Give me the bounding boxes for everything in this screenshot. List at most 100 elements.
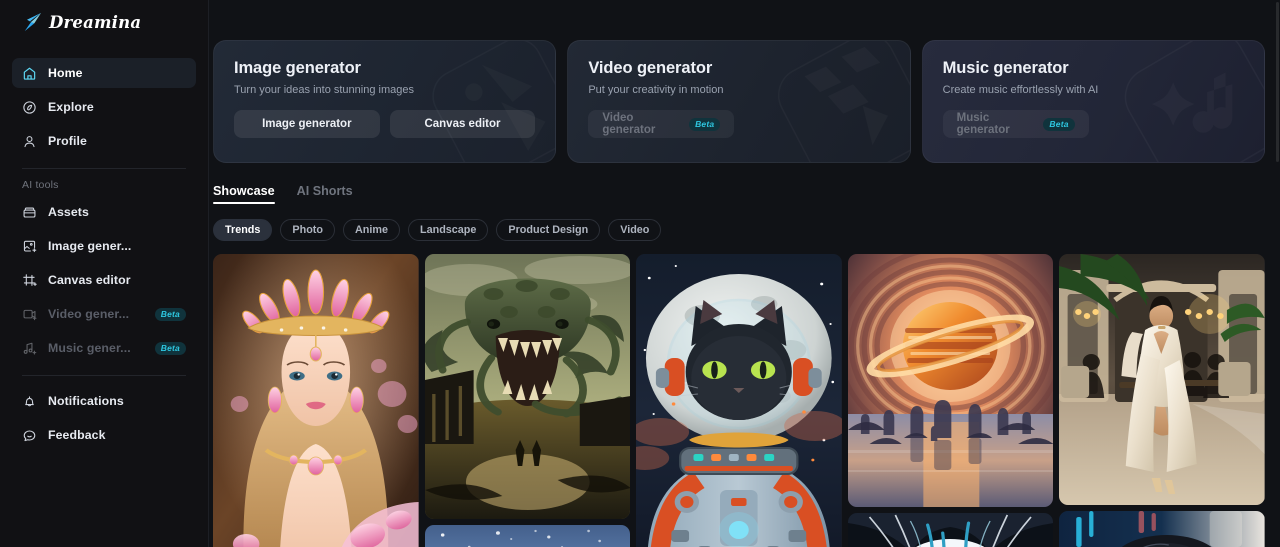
chip-label: Product Design: [508, 224, 589, 236]
card-subtitle: Turn your ideas into stunning images: [234, 84, 414, 96]
gallery-column: [847, 254, 1054, 547]
beta-badge: Beta: [154, 341, 186, 355]
chip-video[interactable]: Video: [608, 219, 662, 241]
showcase-gallery: [209, 241, 1280, 547]
scrollbar-thumb[interactable]: [1276, 2, 1279, 162]
video-plus-icon: [22, 307, 37, 322]
page-scrollbar[interactable]: [1275, 0, 1280, 547]
artwork-astronaut-cat: [636, 254, 842, 547]
tab-ai-shorts[interactable]: AI Shorts: [297, 184, 353, 204]
card-video-generator[interactable]: Video generator Put your creativity in m…: [567, 40, 911, 163]
sidebar-item-image-generator[interactable]: Image gener...: [12, 231, 196, 261]
sidebar-item-music-generator[interactable]: Music gener... Beta: [12, 333, 196, 363]
paper-plane-logo-icon: [21, 12, 43, 32]
home-icon: [22, 66, 37, 81]
sidebar-item-label: Image gener...: [48, 239, 132, 253]
tab-showcase[interactable]: Showcase: [213, 184, 275, 204]
gallery-tile-kraken-ruins[interactable]: [424, 254, 631, 519]
gallery-tile-saturn-crowd[interactable]: [847, 254, 1054, 507]
content-tabs: Showcase AI Shorts: [209, 163, 1280, 204]
music-generator-button[interactable]: Music generator Beta: [942, 110, 1089, 138]
chip-anime[interactable]: Anime: [343, 219, 400, 241]
gallery-column: [1059, 254, 1265, 547]
chip-trends[interactable]: Trends: [213, 219, 273, 241]
sidebar: Dreamina Home Explore Profile AI tools A…: [0, 0, 209, 547]
sidebar-item-label: Home: [48, 66, 83, 80]
button-label: Canvas editor: [424, 118, 501, 130]
sidebar-item-canvas-editor[interactable]: Canvas editor: [12, 265, 196, 295]
brand-logo[interactable]: Dreamina: [12, 0, 196, 44]
compass-icon: [22, 100, 37, 115]
bell-icon: [22, 394, 37, 409]
main-content: Image generator Turn your ideas into stu…: [209, 0, 1280, 547]
image-plus-icon: [22, 239, 37, 254]
gallery-tile-blue-white-hair[interactable]: [847, 513, 1054, 547]
sidebar-item-explore[interactable]: Explore: [12, 92, 196, 122]
sidebar-section-label: AI tools: [22, 179, 59, 191]
canvas-frame-icon: [22, 273, 37, 288]
chip-label: Anime: [355, 224, 388, 236]
artwork-blue-hair: [847, 513, 1054, 547]
tab-label: Showcase: [213, 184, 275, 198]
gallery-tile-astronaut-cat-moon[interactable]: [636, 254, 842, 547]
brand-name: Dreamina: [49, 12, 142, 32]
chat-bubble-icon: [22, 428, 37, 443]
artwork-kraken: [424, 254, 631, 519]
sidebar-item-notifications[interactable]: Notifications: [12, 386, 196, 416]
chip-label: Video: [620, 224, 650, 236]
gallery-tile-princess-pink-crown[interactable]: [213, 254, 419, 547]
sidebar-item-feedback[interactable]: Feedback: [12, 420, 196, 450]
sidebar-item-label: Notifications: [48, 394, 124, 408]
card-subtitle: Put your creativity in motion: [588, 84, 724, 96]
tab-label: AI Shorts: [296, 184, 353, 198]
video-generator-button[interactable]: Video generator Beta: [588, 110, 735, 138]
card-image-generator[interactable]: Image generator Turn your ideas into stu…: [213, 40, 557, 163]
card-music-generator[interactable]: Music generator Create music effortlessl…: [921, 40, 1265, 163]
beta-badge: Beta: [689, 117, 721, 131]
card-title: Video generator: [588, 59, 713, 77]
card-actions: Music generator Beta: [942, 110, 1244, 138]
filter-chips: Trends Photo Anime Landscape Product Des…: [209, 204, 1280, 241]
sidebar-item-profile[interactable]: Profile: [12, 126, 196, 156]
music-plus-icon: [22, 341, 37, 356]
sidebar-item-label: Profile: [48, 134, 87, 148]
card-subtitle: Create music effortlessly with AI: [942, 84, 1099, 96]
sidebar-item-label: Music gener...: [48, 341, 131, 355]
chip-label: Landscape: [420, 224, 477, 236]
artwork-neon-hair: [1059, 511, 1265, 547]
button-label: Video generator: [602, 112, 656, 136]
gallery-tile-neon-dark-hair[interactable]: [1059, 511, 1265, 547]
gallery-tile-runway-white-gown[interactable]: [1059, 254, 1265, 505]
artwork-runway: [1059, 254, 1265, 505]
canvas-editor-button[interactable]: Canvas editor: [389, 110, 536, 138]
beta-badge: Beta: [154, 307, 186, 321]
app-root: Dreamina Home Explore Profile AI tools A…: [0, 0, 1280, 547]
sidebar-divider-bottom: [22, 375, 186, 376]
sidebar-item-video-generator[interactable]: Video gener... Beta: [12, 299, 196, 329]
card-actions: Image generator Canvas editor: [234, 110, 536, 138]
chip-label: Photo: [292, 224, 323, 236]
generator-cards: Image generator Turn your ideas into stu…: [209, 0, 1280, 163]
sidebar-item-label: Explore: [48, 100, 94, 114]
image-generator-button[interactable]: Image generator: [234, 110, 380, 138]
sidebar-item-label: Video gener...: [48, 307, 130, 321]
chip-product-design[interactable]: Product Design: [496, 219, 601, 241]
sidebar-item-label: Assets: [48, 205, 89, 219]
gallery-tile-snow-night-sky[interactable]: [424, 525, 631, 547]
card-title: Music generator: [942, 59, 1069, 77]
sidebar-item-label: Canvas editor: [48, 273, 131, 287]
gallery-column: [424, 254, 631, 547]
chip-landscape[interactable]: Landscape: [408, 219, 489, 241]
gallery-column: [636, 254, 842, 547]
artwork-princess: [213, 254, 419, 547]
chip-label: Trends: [225, 224, 261, 236]
chip-photo[interactable]: Photo: [280, 219, 335, 241]
artwork-saturn: [847, 254, 1054, 507]
user-icon: [22, 134, 37, 149]
folder-icon: [22, 205, 37, 220]
card-title: Image generator: [234, 59, 361, 77]
sidebar-item-home[interactable]: Home: [12, 58, 196, 88]
sidebar-item-assets[interactable]: Assets: [12, 197, 196, 227]
card-actions: Video generator Beta: [588, 110, 889, 138]
beta-badge: Beta: [1043, 117, 1075, 131]
